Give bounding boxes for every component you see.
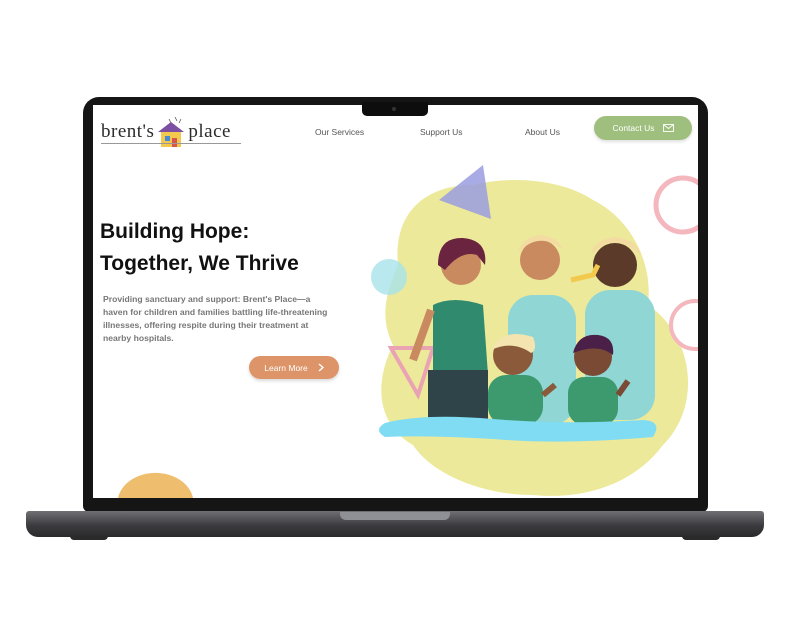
hero-title-line2: Together, We Thrive (100, 252, 299, 275)
contact-us-button[interactable]: Contact Us (594, 116, 692, 140)
hero-description: Providing sanctuary and support: Brent's… (103, 294, 328, 343)
mail-icon (662, 124, 674, 132)
website-screen: brent's place Our Services Support Us Ab… (93, 105, 698, 498)
nav-support-us[interactable]: Support Us (420, 127, 463, 137)
orange-half-circle (118, 472, 193, 498)
ring-shape (653, 175, 698, 235)
logo-text-right: place (188, 121, 231, 142)
camera-notch (362, 102, 428, 116)
logo-text-left: brent's (101, 121, 155, 142)
nav-about-us[interactable]: About Us (525, 127, 560, 137)
laptop-frame: brent's place Our Services Support Us Ab… (0, 0, 790, 638)
learn-more-button[interactable]: Learn More (249, 356, 339, 379)
learn-more-label: Learn More (264, 362, 308, 373)
contact-us-label: Contact Us (612, 123, 655, 133)
circle-shape (371, 259, 407, 295)
laptop-foot (70, 536, 108, 540)
chevron-right-icon (318, 363, 324, 372)
hero-title-line1: Building Hope: (100, 220, 250, 243)
laptop-hinge (340, 512, 450, 520)
hero-title: Building Hope: Together, We Thrive (100, 216, 340, 280)
laptop-foot (682, 536, 720, 540)
logo-underline (101, 143, 241, 144)
nav-our-services[interactable]: Our Services (315, 127, 364, 137)
